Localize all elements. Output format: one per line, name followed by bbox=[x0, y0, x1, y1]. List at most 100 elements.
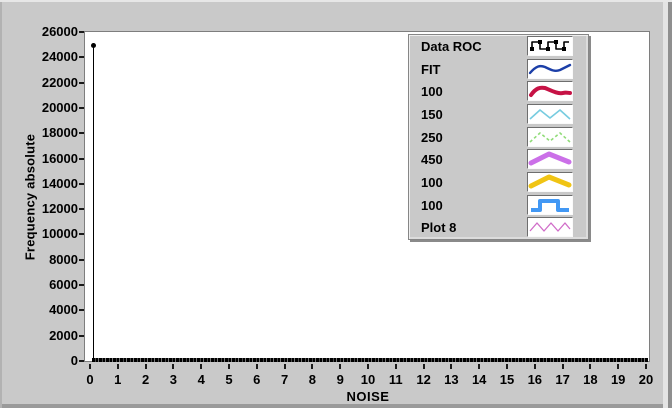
legend-row[interactable]: 100 bbox=[409, 172, 588, 195]
legend-row[interactable]: 150 bbox=[409, 104, 588, 127]
y-tick-label: 20000 bbox=[8, 101, 78, 115]
y-tick-label: 14000 bbox=[8, 177, 78, 191]
x-tick-mark bbox=[562, 364, 564, 369]
legend-plot-style-icon[interactable] bbox=[527, 81, 573, 101]
y-tick-mark bbox=[79, 233, 84, 235]
x-axis-title: NOISE bbox=[347, 389, 390, 404]
y-tick-mark bbox=[79, 132, 84, 134]
y-tick-label: 6000 bbox=[8, 278, 78, 292]
legend-plot-style-icon[interactable] bbox=[527, 172, 573, 192]
legend-plot-style-icon[interactable] bbox=[527, 127, 573, 147]
y-tick-mark bbox=[79, 360, 84, 362]
y-tick-mark bbox=[79, 284, 84, 286]
y-tick-label: 18000 bbox=[8, 126, 78, 140]
x-tick-label: 12 bbox=[416, 372, 430, 387]
legend-plot-style-icon[interactable] bbox=[527, 104, 573, 124]
x-tick-label: 5 bbox=[225, 372, 232, 387]
x-tick-label: 8 bbox=[309, 372, 316, 387]
x-tick-mark bbox=[228, 364, 230, 369]
data-baseline bbox=[92, 358, 648, 362]
x-tick-label: 3 bbox=[170, 372, 177, 387]
legend-row[interactable]: Data ROC bbox=[409, 36, 588, 59]
x-tick-mark bbox=[89, 364, 91, 369]
y-tick-mark bbox=[79, 335, 84, 337]
legend-label: FIT bbox=[421, 62, 441, 77]
legend-row[interactable]: 100 bbox=[409, 81, 588, 104]
legend-row[interactable]: 100 bbox=[409, 195, 588, 218]
x-tick-label: 13 bbox=[444, 372, 458, 387]
x-tick-mark bbox=[311, 364, 313, 369]
x-tick-label: 16 bbox=[528, 372, 542, 387]
legend-plot-style-icon[interactable] bbox=[527, 217, 573, 237]
legend-label: Plot 8 bbox=[421, 220, 456, 235]
x-tick-label: 20 bbox=[639, 372, 653, 387]
x-tick-mark bbox=[367, 364, 369, 369]
legend-row[interactable]: 250 bbox=[409, 127, 588, 150]
y-tick-mark bbox=[79, 183, 84, 185]
x-tick-mark bbox=[645, 364, 647, 369]
y-tick-label: 8000 bbox=[8, 253, 78, 267]
data-point-marker bbox=[91, 43, 96, 48]
x-tick-label: 2 bbox=[142, 372, 149, 387]
y-tick-mark bbox=[79, 259, 84, 261]
x-tick-label: 14 bbox=[472, 372, 486, 387]
x-tick-mark bbox=[589, 364, 591, 369]
x-tick-label: 4 bbox=[198, 372, 205, 387]
legend-label: 150 bbox=[421, 107, 443, 122]
y-tick-mark bbox=[79, 309, 84, 311]
legend-label: 100 bbox=[421, 175, 443, 190]
y-tick-label: 12000 bbox=[8, 202, 78, 216]
x-tick-mark bbox=[395, 364, 397, 369]
y-tick-mark bbox=[79, 31, 84, 33]
x-tick-label: 15 bbox=[500, 372, 514, 387]
y-tick-label: 16000 bbox=[8, 152, 78, 166]
legend-label: 450 bbox=[421, 152, 443, 167]
x-tick-label: 11 bbox=[389, 372, 403, 387]
x-tick-label: 0 bbox=[86, 372, 93, 387]
legend-row[interactable]: 450 bbox=[409, 149, 588, 172]
x-tick-label: 17 bbox=[555, 372, 569, 387]
y-tick-label: 2000 bbox=[8, 329, 78, 343]
y-tick-label: 24000 bbox=[8, 50, 78, 64]
legend-label: Data ROC bbox=[421, 39, 482, 54]
y-tick-label: 26000 bbox=[8, 25, 78, 39]
x-tick-mark bbox=[172, 364, 174, 369]
front-panel: Frequency absolute NOISE 020004000600080… bbox=[0, 0, 672, 408]
legend-label: 100 bbox=[421, 198, 443, 213]
y-tick-mark bbox=[79, 82, 84, 84]
x-tick-mark bbox=[200, 364, 202, 369]
legend-row[interactable]: Plot 8 bbox=[409, 217, 588, 240]
legend-plot-style-icon[interactable] bbox=[527, 149, 573, 169]
x-tick-label: 18 bbox=[583, 372, 597, 387]
x-tick-mark bbox=[450, 364, 452, 369]
legend-label: 100 bbox=[421, 84, 443, 99]
legend-plot-style-icon[interactable] bbox=[527, 195, 573, 215]
y-tick-label: 4000 bbox=[8, 303, 78, 317]
y-tick-mark bbox=[79, 208, 84, 210]
legend-label: 250 bbox=[421, 130, 443, 145]
y-tick-mark bbox=[79, 158, 84, 160]
x-tick-label: 9 bbox=[337, 372, 344, 387]
x-tick-label: 10 bbox=[361, 372, 375, 387]
y-tick-label: 10000 bbox=[8, 227, 78, 241]
x-tick-label: 19 bbox=[611, 372, 625, 387]
x-tick-mark bbox=[534, 364, 536, 369]
plot-legend[interactable]: Data ROC FIT 100 150 250 450 100 100 Plot 8 bbox=[408, 34, 589, 240]
x-tick-mark bbox=[284, 364, 286, 369]
x-tick-mark bbox=[423, 364, 425, 369]
data-spike-stem bbox=[93, 45, 94, 361]
x-tick-mark bbox=[478, 364, 480, 369]
x-tick-mark bbox=[617, 364, 619, 369]
x-tick-mark bbox=[256, 364, 258, 369]
x-tick-label: 6 bbox=[253, 372, 260, 387]
x-tick-mark bbox=[339, 364, 341, 369]
y-tick-label: 0 bbox=[8, 354, 78, 368]
legend-plot-style-icon[interactable] bbox=[527, 59, 573, 79]
legend-plot-style-icon[interactable] bbox=[527, 36, 573, 56]
x-tick-label: 7 bbox=[281, 372, 288, 387]
x-tick-mark bbox=[145, 364, 147, 369]
legend-row[interactable]: FIT bbox=[409, 59, 588, 82]
y-tick-mark bbox=[79, 107, 84, 109]
y-tick-label: 22000 bbox=[8, 76, 78, 90]
x-tick-mark bbox=[506, 364, 508, 369]
